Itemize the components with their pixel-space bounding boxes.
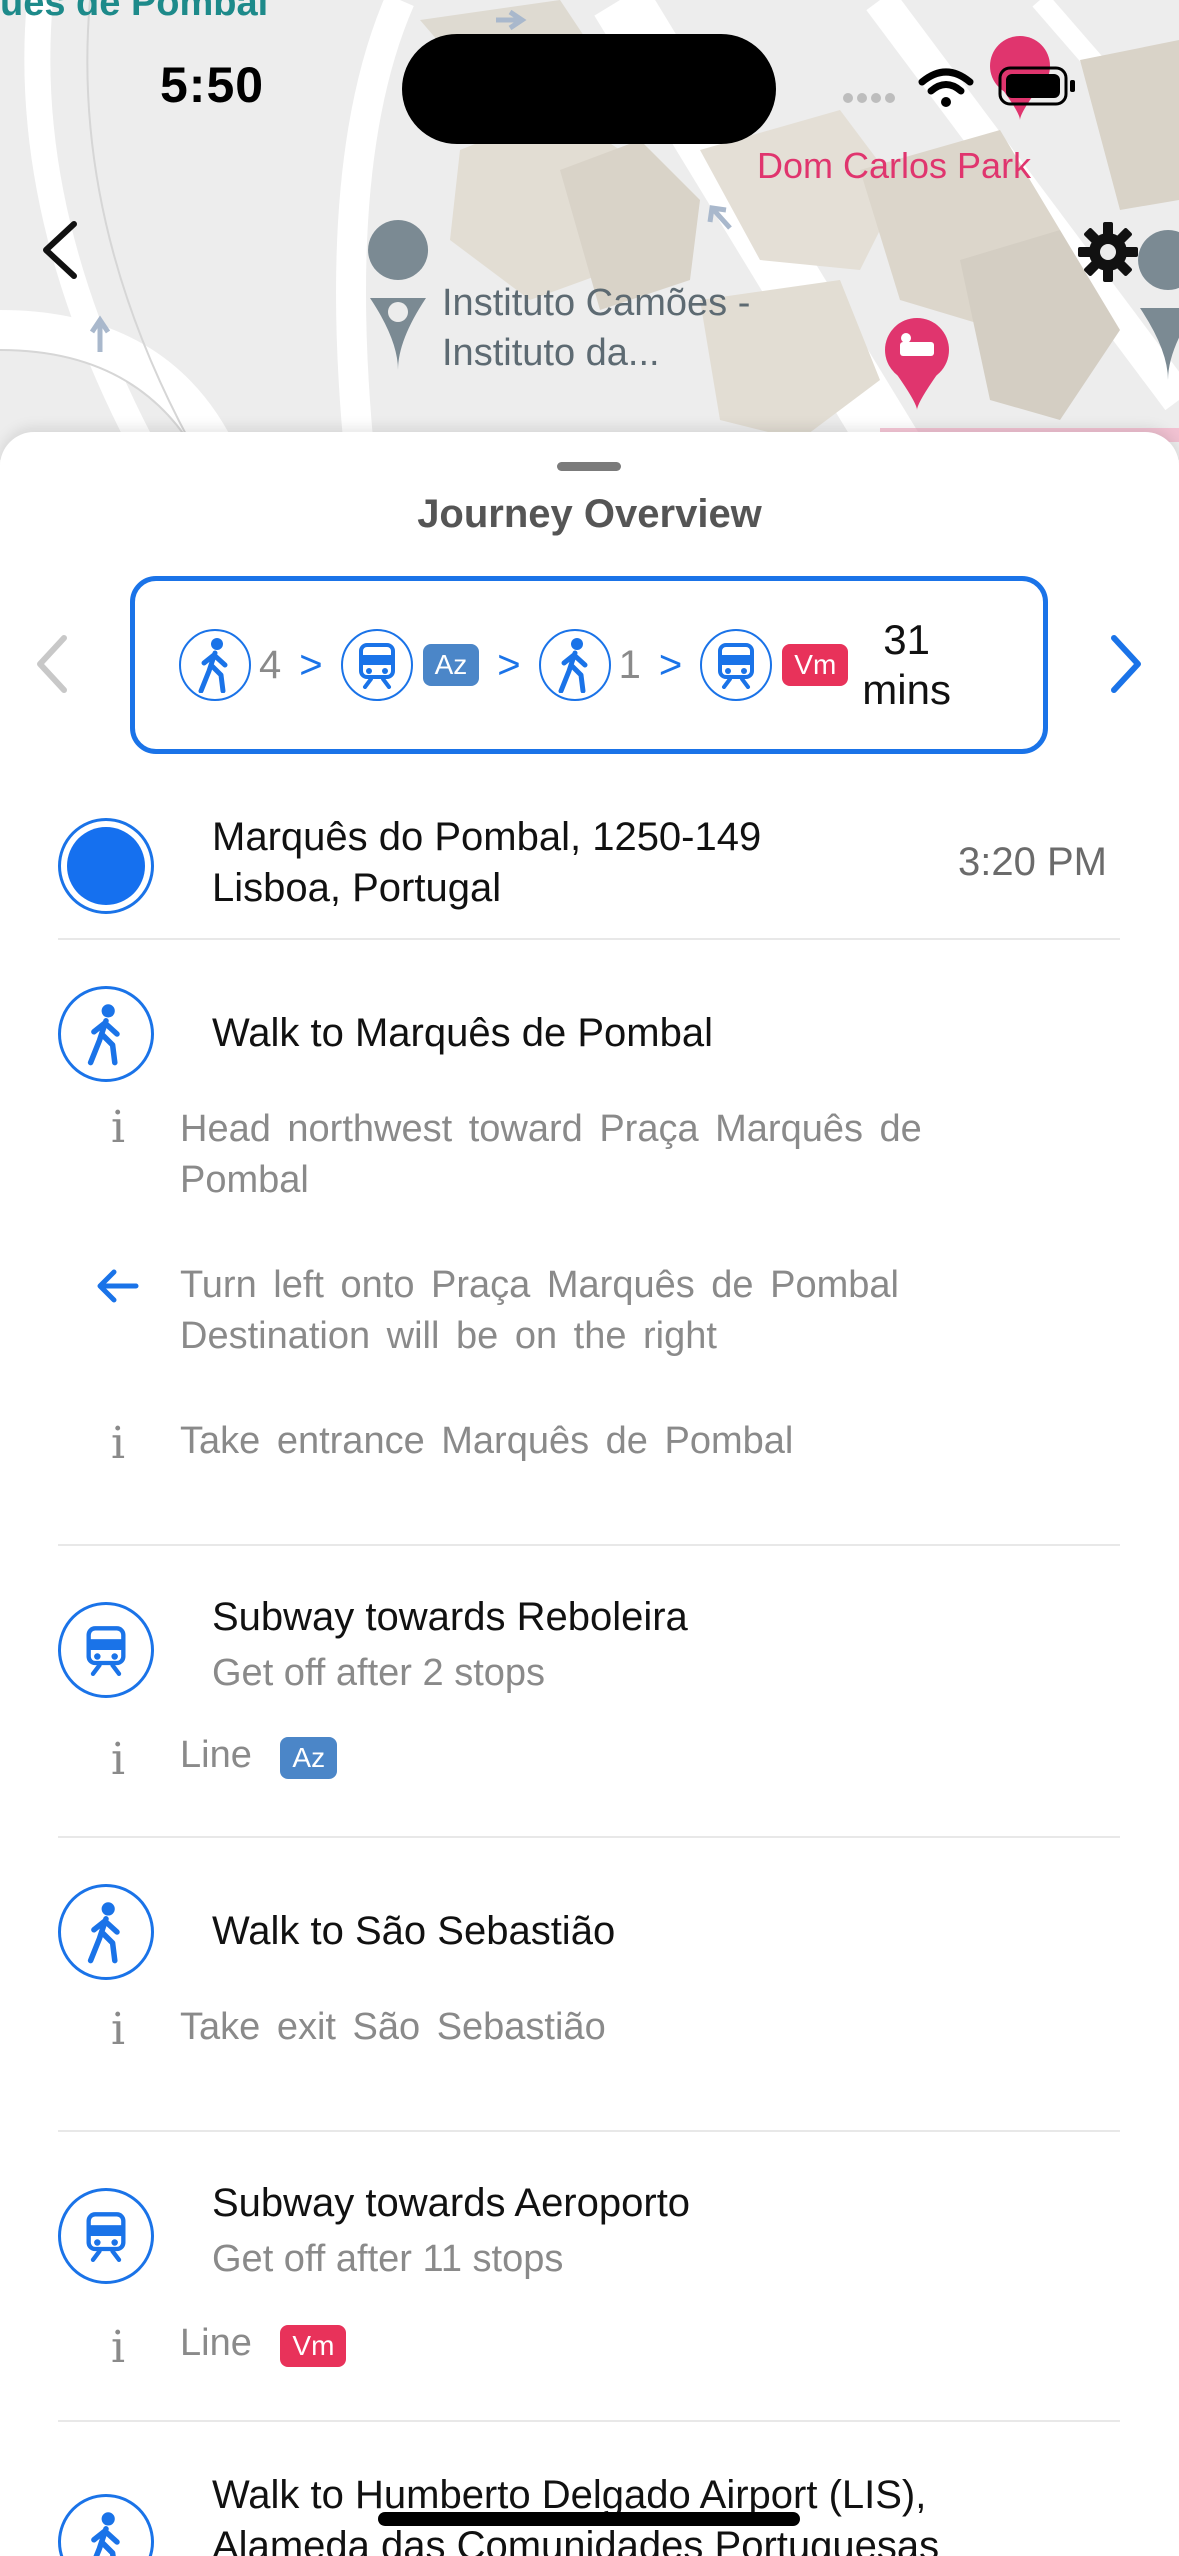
subway-step-subtitle: Get off after 2 stops — [212, 1652, 546, 1694]
origin-address-line2: Lisboa, Portugal — [212, 866, 502, 910]
divider — [58, 1544, 1120, 1546]
segment-separator: > — [299, 642, 323, 687]
walk-step-icon — [58, 986, 154, 1082]
next-route-button[interactable] — [1096, 616, 1156, 712]
instruction-text: Head northwest toward Praça Marquês de P… — [180, 1104, 1080, 1206]
instruction-text: Take exit São Sebastião — [180, 2006, 606, 2048]
chevron-left-icon — [37, 635, 67, 693]
chevron-left-icon — [43, 221, 77, 279]
subway-mode-icon — [700, 629, 773, 701]
status-bar-time: 5:50 — [160, 57, 265, 113]
info-icon: i — [110, 1734, 126, 1785]
line-label: Line Vm — [180, 2322, 347, 2367]
walk-step-title[interactable]: Walk to Marquês de Pombal — [212, 1008, 713, 1059]
instruction-line: Destination will be on the right — [180, 1315, 717, 1357]
chevron-right-icon — [1111, 635, 1141, 693]
walk-mode-icon — [179, 629, 251, 701]
back-button[interactable] — [28, 210, 92, 290]
route-summary-card[interactable]: 4 > Az > 1 > Vm 31 mins — [130, 576, 1048, 754]
walk-step-title-line2: Alameda das Comunidades Portuguesas — [212, 2524, 940, 2556]
map-poi-label-line2: Instituto da... — [442, 332, 660, 374]
line-label: Line Az — [180, 1734, 338, 1779]
walk-segment-count: 4 — [259, 642, 282, 687]
subway-mode-icon — [340, 629, 413, 701]
line-badge-az: Az — [422, 644, 480, 686]
map-poi-label-line1: Instituto Camões - — [442, 282, 751, 324]
map-road-label: ues de Pombal — [0, 0, 269, 24]
departure-time: 3:20 PM — [958, 840, 1107, 884]
divider — [58, 2130, 1120, 2132]
info-icon: i — [110, 2004, 126, 2055]
dynamic-island — [402, 34, 776, 144]
origin-address[interactable]: Marquês do Pombal, 1250-149 Lisboa, Port… — [212, 812, 761, 914]
cellular-signal-icon — [843, 93, 895, 103]
previous-route-button[interactable] — [22, 616, 82, 712]
origin-dot-icon — [67, 827, 145, 905]
arrow-left-icon — [97, 1269, 139, 1303]
instruction-line: Turn left onto Praça Marquês de Pombal — [180, 1264, 899, 1306]
info-icon: i — [110, 1102, 126, 1153]
origin-address-line1: Marquês do Pombal, 1250-149 — [212, 815, 762, 859]
sheet-title: Journey Overview — [417, 492, 762, 536]
walk-step-title[interactable]: Walk to São Sebastião — [212, 1906, 615, 1957]
home-indicator[interactable] — [378, 2512, 800, 2526]
battery-icon — [998, 66, 1075, 106]
divider — [58, 2420, 1120, 2422]
subway-step-subtitle: Get off after 11 stops — [212, 2238, 564, 2280]
subway-step-title[interactable]: Subway towards Aeroporto — [212, 2178, 690, 2229]
settings-button[interactable] — [1070, 214, 1146, 290]
instruction-line: Head northwest toward Praça Marquês de — [180, 1108, 922, 1150]
walk-step-icon — [58, 1884, 154, 1980]
map-poi-label[interactable]: Instituto Camões - Instituto da... — [442, 278, 750, 378]
segment-separator: > — [658, 642, 683, 687]
journey-sheet: Journey Overview 4 > Az > 1 > Vm 31 mins — [0, 432, 1179, 2556]
instruction-text: Take entrance Marquês de Pombal — [180, 1420, 794, 1462]
map-park-label[interactable]: Dom Carlos Park — [757, 145, 1031, 187]
info-icon: i — [110, 1418, 126, 1469]
walk-mode-icon — [538, 629, 611, 701]
status-bar-icons — [843, 66, 1075, 107]
instruction-line: Pombal — [180, 1159, 309, 1201]
instruction-text: Turn left onto Praça Marquês de Pombal D… — [180, 1260, 1080, 1362]
gear-icon — [1078, 222, 1138, 282]
route-duration-unit: mins — [862, 666, 951, 713]
line-badge-vm: Vm — [782, 644, 849, 686]
wifi-icon — [918, 68, 974, 107]
line-badge-az: Az — [280, 1737, 338, 1779]
origin-marker — [58, 818, 154, 914]
info-icon: i — [110, 2322, 126, 2373]
subway-step-title[interactable]: Subway towards Reboleira — [212, 1592, 688, 1643]
route-duration: 31 mins — [862, 615, 951, 715]
subway-step-icon — [58, 1602, 154, 1698]
divider — [58, 938, 1120, 940]
line-label-text: Line — [180, 2322, 252, 2364]
line-badge-vm: Vm — [280, 2325, 347, 2367]
sheet-grabber[interactable] — [557, 462, 621, 471]
divider — [58, 1836, 1120, 1838]
route-duration-value: 31 — [883, 616, 930, 663]
subway-step-icon — [58, 2188, 154, 2284]
walk-segment-count: 1 — [618, 642, 641, 687]
line-label-text: Line — [180, 1734, 252, 1776]
segment-separator: > — [497, 642, 521, 687]
